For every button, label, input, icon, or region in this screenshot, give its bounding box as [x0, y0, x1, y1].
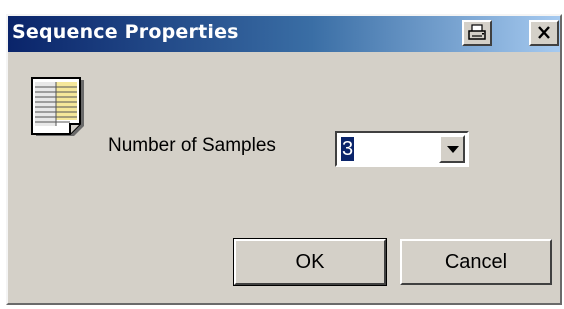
sequence-document-icon — [30, 76, 94, 145]
number-of-samples-label: Number of Samples — [108, 135, 276, 156]
window-title: Sequence Properties — [12, 21, 239, 43]
cancel-button[interactable]: Cancel — [400, 239, 552, 285]
close-button[interactable] — [529, 20, 559, 46]
title-bar[interactable]: Sequence Properties — [8, 16, 560, 52]
chevron-down-icon — [447, 146, 459, 153]
sequence-properties-dialog: Sequence Properties Number of Samples 3 … — [6, 14, 562, 305]
printer-icon — [468, 24, 486, 40]
number-of-samples-combobox[interactable]: 3 — [335, 131, 469, 167]
dropdown-button[interactable] — [439, 135, 465, 163]
print-button[interactable] — [462, 20, 492, 46]
ok-button[interactable]: OK — [233, 238, 387, 286]
samples-selected-value[interactable]: 3 — [341, 137, 355, 161]
close-icon — [538, 26, 550, 39]
